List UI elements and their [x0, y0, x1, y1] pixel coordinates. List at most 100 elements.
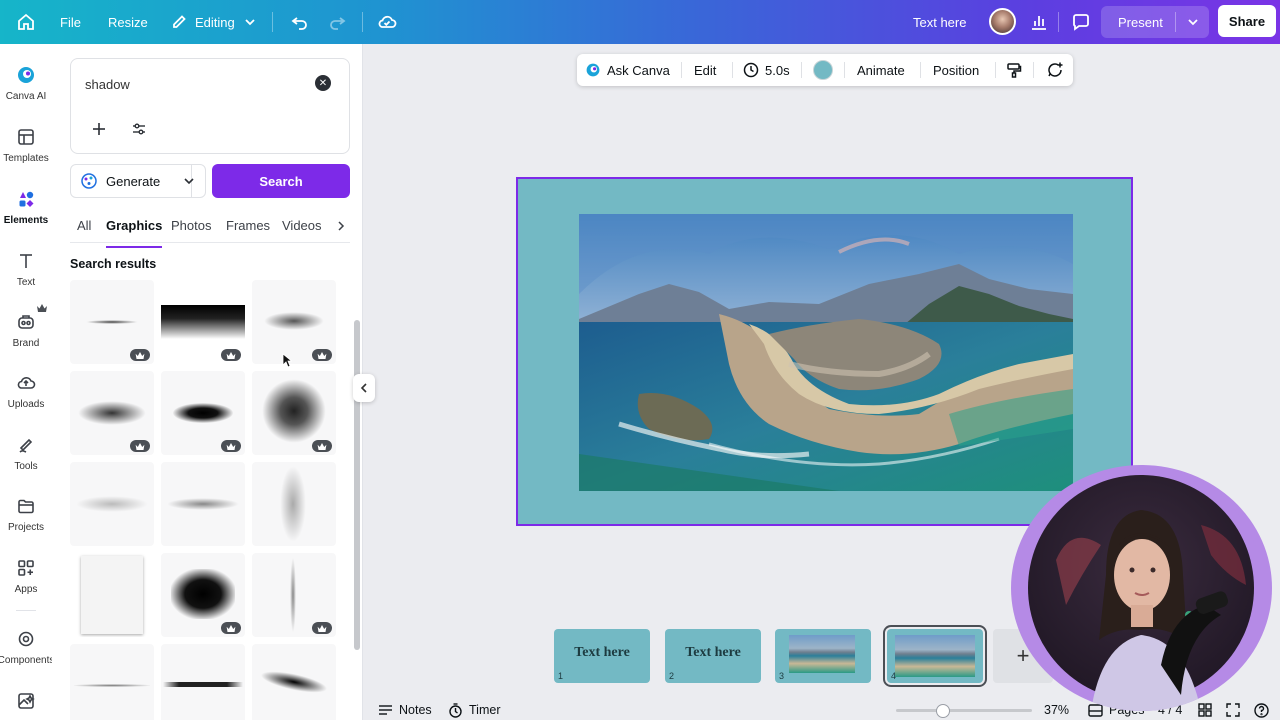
insights-icon[interactable]: [1030, 0, 1048, 44]
result-item[interactable]: [70, 644, 154, 720]
result-item[interactable]: [161, 280, 245, 364]
add-comment-icon[interactable]: [1046, 54, 1064, 86]
result-item[interactable]: [70, 280, 154, 364]
collapse-panel-button[interactable]: [353, 374, 375, 402]
notes-label: Notes: [399, 703, 432, 717]
crown-icon: [130, 349, 150, 361]
rail-item-projects[interactable]: Projects: [0, 489, 52, 545]
result-item[interactable]: [161, 553, 245, 637]
context-toolbar: Ask Canva Edit 5.0s Animate Position: [577, 54, 1073, 86]
timer-button[interactable]: Timer: [448, 700, 500, 720]
paint-format-icon[interactable]: [1006, 54, 1022, 86]
rail-label: Tools: [14, 461, 38, 472]
rail-item-canva-ai[interactable]: Canva AI: [0, 58, 52, 114]
zoom-slider[interactable]: [896, 709, 1032, 712]
editing-menu[interactable]: Editing: [171, 0, 256, 44]
result-item[interactable]: [252, 371, 336, 455]
rail-item-components[interactable]: Components: [0, 622, 55, 678]
crown-icon: [312, 440, 332, 452]
rail-item-tools[interactable]: Tools: [0, 428, 52, 484]
landscape-photo[interactable]: [579, 214, 1073, 491]
position-button[interactable]: Position: [933, 54, 979, 86]
present-button[interactable]: Present: [1101, 6, 1209, 38]
crown-icon: [37, 299, 47, 317]
timer-label: Timer: [469, 703, 501, 717]
divider: [681, 62, 682, 78]
home-icon[interactable]: [16, 0, 36, 44]
page-thumbnail[interactable]: 3: [775, 629, 871, 683]
chevron-down-icon[interactable]: [1187, 16, 1199, 28]
rail-item-photo-tool[interactable]: [0, 684, 52, 720]
present-label: Present: [1118, 14, 1163, 30]
duration-button[interactable]: 5.0s: [743, 54, 790, 86]
file-menu[interactable]: File: [60, 0, 81, 44]
divider: [732, 62, 733, 78]
tab-graphics[interactable]: Graphics: [106, 218, 163, 248]
animate-button[interactable]: Animate: [857, 54, 905, 86]
result-item[interactable]: [161, 644, 245, 720]
ask-canva-button[interactable]: Ask Canva: [585, 54, 670, 86]
undo-icon[interactable]: [291, 0, 309, 44]
search-button[interactable]: Search: [212, 164, 350, 198]
grid-view-icon[interactable]: [1198, 700, 1212, 720]
share-button[interactable]: Share: [1218, 5, 1276, 37]
rail-item-text[interactable]: Text: [0, 244, 52, 300]
webcam-overlay: [1011, 465, 1272, 711]
result-item[interactable]: [252, 644, 336, 720]
zoom-level[interactable]: 37%: [1044, 700, 1069, 720]
crown-icon: [312, 622, 332, 634]
avatar[interactable]: [989, 8, 1016, 35]
chevron-right-icon[interactable]: [336, 220, 346, 232]
chevron-down-icon[interactable]: [183, 175, 195, 187]
tab-all[interactable]: All: [77, 218, 91, 242]
color-swatch[interactable]: [813, 54, 833, 86]
divider: [16, 610, 36, 611]
divider: [362, 12, 363, 32]
notes-button[interactable]: Notes: [378, 700, 432, 720]
fullscreen-icon[interactable]: [1226, 700, 1240, 720]
clock-icon: [743, 62, 759, 78]
slide-canvas[interactable]: [516, 177, 1133, 526]
result-item[interactable]: [161, 371, 245, 455]
comment-icon[interactable]: [1071, 0, 1091, 44]
result-item[interactable]: [70, 462, 154, 546]
result-item[interactable]: [252, 280, 336, 364]
page-thumbnail[interactable]: Text here 2: [665, 629, 761, 683]
result-item[interactable]: [252, 462, 336, 546]
page-thumbnail[interactable]: Text here 1: [554, 629, 650, 683]
edit-button[interactable]: Edit: [694, 54, 716, 86]
search-input[interactable]: [85, 75, 305, 93]
rail-item-templates[interactable]: Templates: [0, 120, 52, 176]
resize-menu[interactable]: Resize: [108, 0, 148, 44]
generate-button[interactable]: Generate: [70, 164, 206, 198]
redo-icon[interactable]: [328, 0, 346, 44]
help-icon[interactable]: [1254, 700, 1269, 720]
design-title[interactable]: Text here: [913, 0, 966, 44]
cloud-saved-icon[interactable]: [377, 0, 397, 44]
rail-item-uploads[interactable]: Uploads: [0, 366, 52, 422]
rail-label: Components: [0, 655, 55, 666]
divider: [1175, 12, 1176, 32]
clear-search-icon[interactable]: ✕: [315, 75, 331, 91]
left-rail: Canva AI Templates Elements Text Brand U…: [0, 44, 55, 720]
filter-icon[interactable]: [127, 117, 151, 141]
tab-videos[interactable]: Videos: [282, 218, 322, 242]
rail-label: Uploads: [7, 399, 45, 410]
result-item[interactable]: [161, 462, 245, 546]
sparkle-icon: [80, 172, 98, 190]
page-thumbnail[interactable]: 4: [883, 625, 987, 687]
rail-item-apps[interactable]: Apps: [0, 551, 52, 607]
rail-item-elements[interactable]: Elements: [0, 182, 52, 238]
result-item[interactable]: [252, 553, 336, 637]
tab-frames[interactable]: Frames: [226, 218, 270, 242]
scrollbar[interactable]: [354, 320, 360, 650]
result-item[interactable]: [70, 553, 154, 637]
result-item[interactable]: [70, 371, 154, 455]
generate-label: Generate: [106, 173, 161, 189]
zoom-slider-handle[interactable]: [936, 704, 950, 718]
page-number: 2: [669, 671, 675, 681]
tab-photos[interactable]: Photos: [171, 218, 211, 242]
text-icon: [15, 250, 37, 272]
divider: [272, 12, 273, 32]
plus-icon[interactable]: [87, 117, 111, 141]
